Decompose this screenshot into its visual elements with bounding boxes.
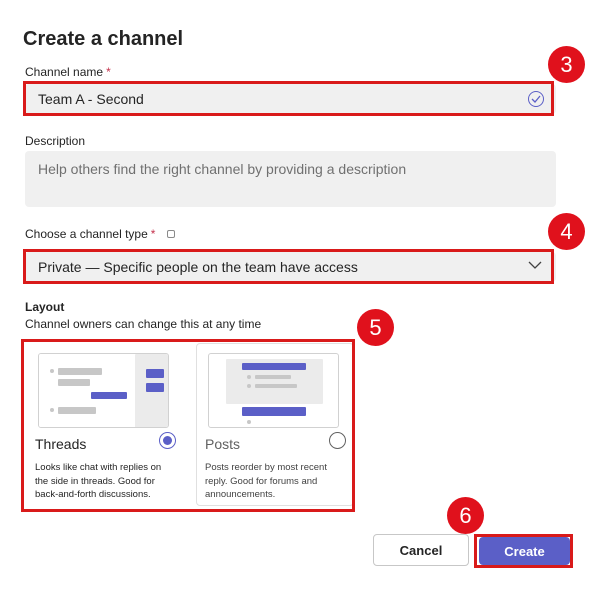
description-label: Description: [25, 134, 86, 148]
required-marker: *: [150, 227, 156, 241]
annotation-badge-4: 4: [548, 213, 585, 250]
info-icon[interactable]: [167, 230, 176, 238]
channel-type-selected: Private — Specific people on the team ha…: [38, 259, 358, 275]
layout-option-posts[interactable]: Posts Posts reorder by most recent reply…: [196, 343, 354, 506]
channel-type-label: Choose a channel type *: [25, 227, 176, 241]
channel-type-label-text: Choose a channel type: [25, 227, 148, 241]
annotation-badge-3: 3: [548, 46, 585, 83]
channel-name-input[interactable]: Team A - Second: [25, 84, 556, 114]
create-channel-dialog: Create a channel Channel name * Team A - …: [0, 0, 597, 596]
annotation-badge-5: 5: [357, 309, 394, 346]
threads-preview: [38, 353, 169, 428]
posts-option-title: Posts: [205, 436, 241, 452]
annotation-badge-6: 6: [447, 497, 484, 534]
description-placeholder: Help others find the right channel by pr…: [38, 161, 407, 177]
posts-radio[interactable]: [329, 432, 346, 449]
channel-name-label: Channel name *: [25, 65, 111, 79]
posts-preview: [208, 353, 339, 428]
layout-title: Layout: [25, 300, 65, 314]
threads-option-title: Threads: [35, 436, 87, 452]
cancel-button[interactable]: Cancel: [373, 534, 469, 566]
channel-name-value: Team A - Second: [38, 91, 144, 107]
channel-type-dropdown[interactable]: Private — Specific people on the team ha…: [25, 252, 556, 282]
dialog-title: Create a channel: [23, 28, 184, 50]
channel-name-label-text: Channel name: [25, 65, 104, 79]
posts-option-description: Posts reorder by most recent reply. Good…: [205, 462, 327, 500]
required-marker: *: [106, 65, 111, 79]
layout-subtitle: Channel owners can change this at any ti…: [25, 317, 262, 331]
chevron-down-icon: [528, 261, 542, 269]
layout-option-threads[interactable]: Threads Looks like chat with replies on …: [26, 343, 184, 506]
threads-radio[interactable]: [159, 432, 176, 449]
check-circle-icon: [528, 91, 544, 107]
threads-option-description: Looks like chat with replies on the side…: [35, 462, 162, 500]
create-button[interactable]: Create: [479, 537, 570, 565]
description-textarea[interactable]: Help others find the right channel by pr…: [25, 151, 556, 207]
